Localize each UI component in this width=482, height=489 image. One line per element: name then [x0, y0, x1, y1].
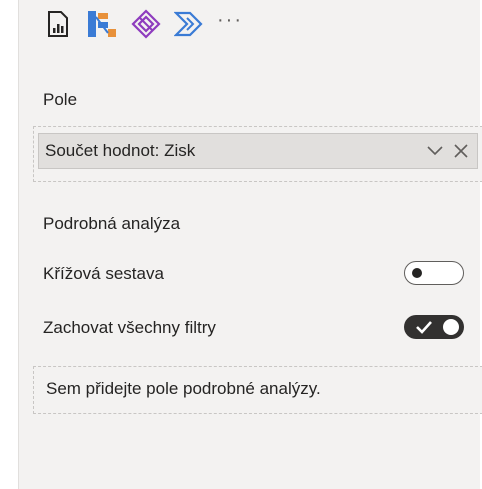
toggle-knob: [412, 268, 422, 278]
toggle-knob: [443, 319, 459, 335]
power-apps-icon[interactable]: [129, 7, 163, 41]
more-options-icon[interactable]: ···: [217, 9, 243, 32]
drillthrough-drop-well[interactable]: Sem přidejte pole podrobné analýzy.: [33, 366, 482, 414]
check-icon: [416, 321, 432, 334]
fields-well[interactable]: Součet hodnot: Zisk: [33, 126, 482, 182]
keep-filters-toggle[interactable]: [404, 315, 464, 339]
drillthrough-section-label: Podrobná analýza: [43, 214, 181, 233]
chevron-down-icon[interactable]: [425, 141, 445, 161]
cross-report-label: Křížová sestava: [43, 264, 164, 283]
visualizations-pane: ··· Pole Součet hodnot: Zisk Podrobná an…: [18, 0, 482, 489]
power-automate-icon[interactable]: [173, 7, 207, 41]
cross-report-toggle[interactable]: [404, 261, 464, 285]
field-pill-label: Součet hodnot: Zisk: [45, 141, 196, 160]
visual-toolbar: ···: [19, 0, 480, 48]
field-pill[interactable]: Součet hodnot: Zisk: [38, 133, 478, 169]
decomposition-tree-icon[interactable]: [85, 7, 119, 41]
drop-placeholder: Sem přidejte pole podrobné analýzy.: [46, 379, 321, 398]
close-icon[interactable]: [451, 141, 471, 161]
keep-filters-label: Zachovat všechny filtry: [43, 318, 216, 337]
fields-section-label: Pole: [43, 90, 78, 109]
bar-chart-page-icon[interactable]: [41, 7, 75, 41]
